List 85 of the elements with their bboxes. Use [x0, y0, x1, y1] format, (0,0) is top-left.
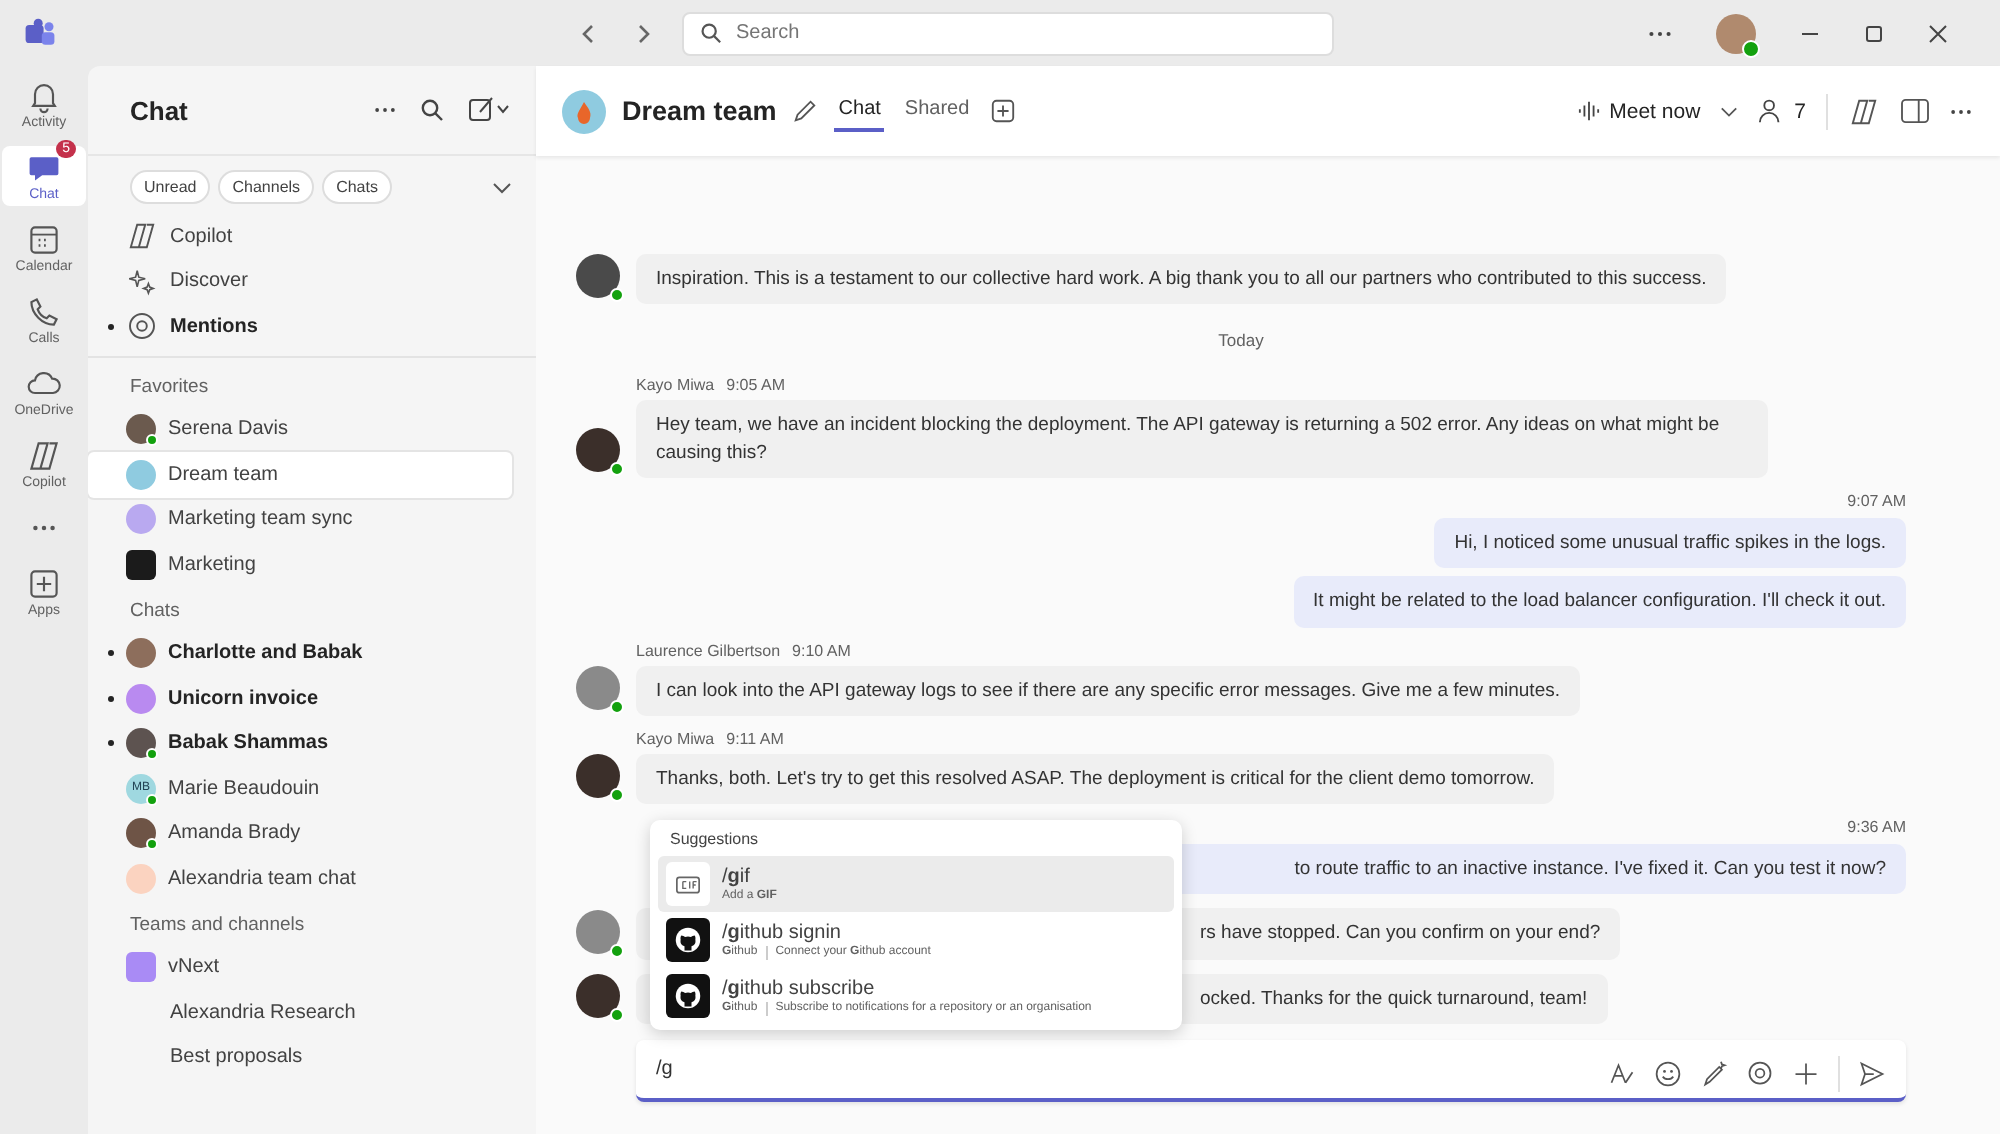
- chat-item[interactable]: Marketing team sync: [88, 497, 512, 542]
- message-bubble: Thanks, both. Let's try to get this resolved ASAP. The deployment is critical for the client demo tomorrow.: [636, 753, 1555, 805]
- meet-now-button[interactable]: Meet now: [1577, 99, 1701, 123]
- copilot-icon[interactable]: [1848, 95, 1880, 127]
- command-name: /github subscribe: [722, 977, 877, 999]
- date-divider: Today: [1216, 328, 1266, 355]
- timestamp: 9:05 AM: [726, 376, 785, 395]
- section-heading: Chats: [128, 597, 182, 625]
- chevron-down-icon[interactable]: [1720, 105, 1739, 117]
- chat-item[interactable]: Babak Shammas: [88, 721, 512, 766]
- popup-title: Suggestions: [668, 828, 761, 852]
- message-bubble: I can look into the API gateway logs to see if there are any specific error messages. Give me a few minutes.: [636, 665, 1580, 716]
- message-bubble: It might be related to the load balancer configuration. I'll check it out.: [1293, 576, 1906, 628]
- chat-title: Chat: [130, 95, 188, 125]
- sparkle-icon: [126, 265, 158, 298]
- chat-item[interactable]: Unicorn invoice: [88, 676, 512, 721]
- more-icon[interactable]: [1950, 107, 1972, 115]
- tab[interactable]: Chat: [834, 90, 885, 132]
- timestamp: 9:36 AM: [1847, 818, 1906, 837]
- phone-icon: [26, 294, 62, 330]
- participants-button[interactable]: 7: [1758, 98, 1806, 124]
- section-heading: Favorites: [128, 373, 211, 401]
- more-icon[interactable]: [1648, 29, 1672, 37]
- team-avatar: [562, 89, 606, 133]
- filter-chip[interactable]: Chats: [322, 170, 392, 204]
- channel-item[interactable]: Alexandria Research: [88, 990, 512, 1035]
- add-apps-icon: [26, 566, 62, 602]
- maximize-icon[interactable]: [1864, 23, 1884, 43]
- timestamp: 9:07 AM: [1847, 491, 1906, 510]
- gif-icon: [666, 862, 710, 906]
- nav-item[interactable]: Copilot: [88, 214, 512, 259]
- sender-name: Laurence Gilbertson: [636, 641, 781, 660]
- timestamp: 9:11 AM: [726, 729, 784, 748]
- copilot-icon: [126, 220, 158, 253]
- emoji-icon[interactable]: [1654, 1060, 1682, 1088]
- search-icon: [700, 22, 722, 44]
- message-input[interactable]: /g: [636, 1040, 1906, 1102]
- chat-item[interactable]: Serena Davis: [88, 407, 512, 452]
- filter-chip[interactable]: Unread: [130, 170, 211, 204]
- nav-item[interactable]: Mentions: [88, 304, 512, 349]
- nav-item[interactable]: Discover: [88, 259, 512, 304]
- command-name: /github signin: [722, 921, 843, 943]
- plus-icon[interactable]: [1792, 1060, 1820, 1088]
- message-bubble: Hey team, we have an incident blocking the deployment. The API gateway is returning a 502 error. Any ideas on what might be causing this?: [636, 400, 1768, 478]
- copilot-icon: [26, 438, 62, 474]
- section-heading: Teams and channels: [128, 911, 307, 939]
- format-icon[interactable]: [1608, 1060, 1636, 1088]
- octocat-icon: [666, 974, 710, 1018]
- filter-chip[interactable]: Channels: [218, 170, 315, 204]
- side-panel-icon[interactable]: [1900, 98, 1930, 124]
- people-icon: [1758, 98, 1785, 124]
- pen-sparkle-icon[interactable]: [1700, 1060, 1728, 1088]
- tab[interactable]: Shared: [900, 90, 974, 132]
- chat-item[interactable]: vNext: [88, 945, 512, 990]
- conversation-title: Dream team: [622, 96, 777, 126]
- chat-item[interactable]: Dream team: [88, 452, 512, 497]
- chat-item[interactable]: Charlotte and Babak: [88, 631, 512, 676]
- close-icon[interactable]: [1928, 23, 1948, 43]
- sender-name: Kayo Miwa: [636, 729, 715, 748]
- add-tab-icon[interactable]: [989, 98, 1016, 124]
- sender-name: Kayo Miwa: [636, 376, 715, 395]
- search-icon[interactable]: [420, 98, 444, 122]
- channel-item[interactable]: Best proposals: [88, 1035, 512, 1080]
- forward-icon[interactable]: [634, 23, 654, 43]
- send-icon[interactable]: [1858, 1060, 1886, 1088]
- chat-item[interactable]: Marketing: [88, 542, 512, 587]
- more-icon[interactable]: [374, 106, 396, 114]
- message-bubble: Hi, I noticed some unusual traffic spikes in the logs.: [1434, 517, 1906, 569]
- calendar-icon: [26, 222, 62, 258]
- more-icon: [32, 524, 56, 532]
- octocat-icon: [666, 918, 710, 962]
- back-icon[interactable]: [578, 23, 598, 43]
- chat-item[interactable]: Alexandria team chat: [88, 856, 512, 901]
- teams-logo-icon: [22, 15, 58, 51]
- user-avatar[interactable]: [1716, 13, 1756, 53]
- audio-wave-icon: [1577, 100, 1600, 122]
- command-name: /gif: [722, 866, 752, 888]
- timestamp: 9:10 AM: [792, 641, 851, 660]
- edit-icon[interactable]: [792, 98, 819, 124]
- chat-item[interactable]: Amanda Brady: [88, 811, 512, 856]
- chevron-down-icon[interactable]: [492, 181, 512, 193]
- message-bubble: Inspiration. This is a testament to our collective hard work. A big thank you to all our partners who contributed to this success.: [636, 254, 1727, 305]
- compose-icon[interactable]: [468, 96, 512, 124]
- bell-icon: [26, 78, 62, 114]
- search-field[interactable]: Search: [682, 11, 1334, 55]
